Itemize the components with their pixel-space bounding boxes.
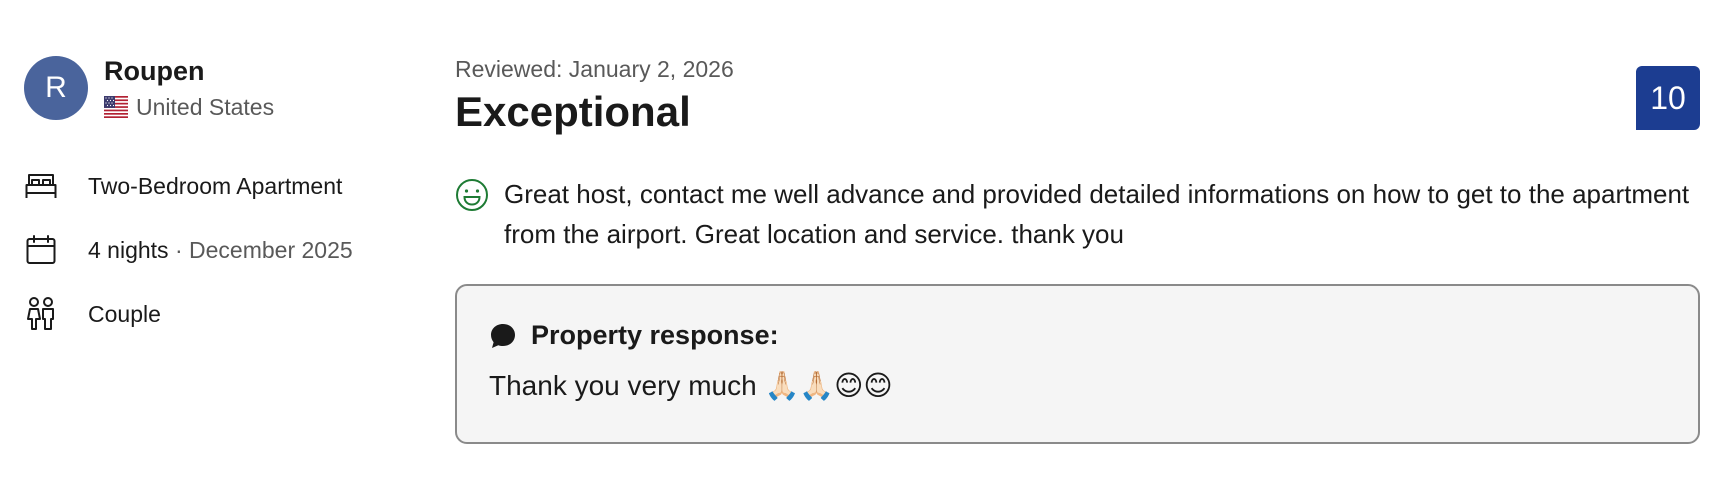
traveler-type-row: Couple [24, 282, 424, 346]
review-text: Great host, contact me well advance and … [504, 179, 1690, 249]
chat-bubble-icon [491, 323, 515, 348]
reviewer-name: Roupen [104, 55, 205, 86]
response-label: Property response: [531, 320, 779, 350]
avatar: R [24, 56, 88, 120]
calendar-icon [24, 233, 58, 267]
reviewer-country: United States [104, 94, 274, 121]
reviewer-info: Roupen United States [104, 56, 274, 121]
review-panel: Reviewed: January 2, 2026 Exceptional Gr… [455, 54, 1700, 444]
reviewer-header: R Roupen United States [24, 56, 424, 120]
reviewer-panel: R Roupen United States Two-Bedroom Apart… [24, 56, 424, 346]
stay-duration-row: 4 nights · December 2025 [24, 218, 424, 282]
response-header: Property response: [489, 320, 1666, 351]
smile-icon [456, 179, 488, 211]
room-type-row: Two-Bedroom Apartment [24, 154, 424, 218]
response-text: Thank you very much 🙏🏻🙏🏻😊😊 [489, 370, 893, 401]
traveler-type: Couple [88, 300, 161, 327]
stay-details: Two-Bedroom Apartment 4 nights · Decembe… [24, 154, 424, 346]
review-positive: Great host, contact me well advance and … [455, 174, 1700, 254]
country-label: United States [136, 93, 275, 120]
nights-count: 4 nights [88, 236, 169, 263]
stay-month: December 2025 [189, 236, 353, 263]
review-title: Exceptional [455, 88, 691, 135]
couple-icon [24, 297, 58, 331]
stay-duration: 4 nights · December 2025 [88, 237, 353, 264]
reviewed-date: Reviewed: January 2, 2026 [455, 56, 734, 82]
property-response: Property response: Thank you very much 🙏… [455, 284, 1700, 444]
us-flag-icon [104, 96, 128, 118]
separator-dot: · [168, 236, 190, 263]
room-type: Two-Bedroom Apartment [88, 172, 343, 199]
score-badge: 10 [1636, 66, 1700, 130]
bed-icon [24, 169, 58, 203]
